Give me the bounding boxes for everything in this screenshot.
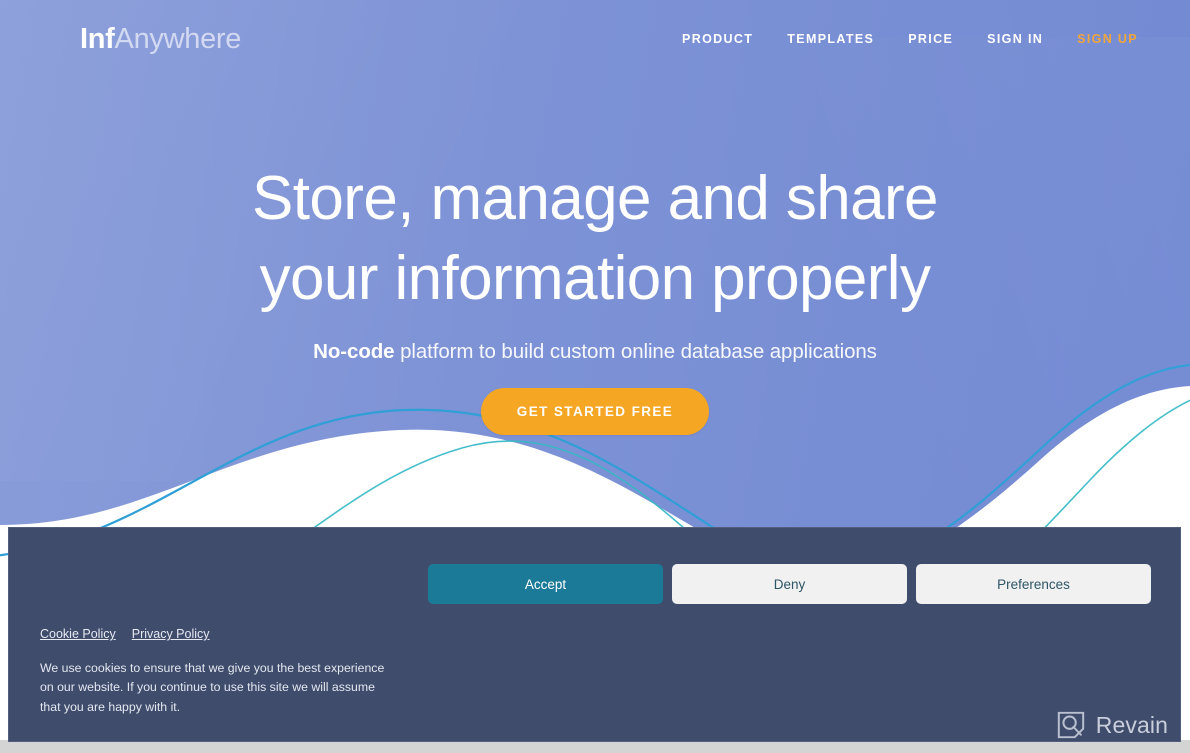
nav-item-sign-up[interactable]: SIGN UP	[1077, 32, 1138, 46]
privacy-policy-link[interactable]: Privacy Policy	[132, 627, 210, 641]
nav-item-sign-in[interactable]: SIGN IN	[987, 32, 1043, 46]
hero-subtitle-rest: platform to build custom online database…	[394, 340, 877, 363]
cookie-policy-link[interactable]: Cookie Policy	[40, 627, 116, 641]
revain-logo-icon	[1057, 711, 1084, 739]
page-title-line-2: your information properly	[259, 244, 931, 313]
cookie-preferences-button[interactable]: Preferences	[916, 564, 1151, 604]
revain-watermark: Revain	[1056, 710, 1168, 740]
logo-text-primary: Inf	[80, 22, 115, 55]
cookie-deny-button[interactable]: Deny	[672, 564, 907, 604]
site-header: InfAnywhere PRODUCT TEMPLATES PRICE SIGN…	[0, 0, 1190, 78]
nav-item-price[interactable]: PRICE	[908, 32, 953, 46]
cookie-accept-button[interactable]: Accept	[428, 564, 663, 604]
page-title-line-1: Store, manage and share	[252, 164, 938, 233]
logo-text-secondary: Anywhere	[114, 22, 242, 55]
main-navigation: PRODUCT TEMPLATES PRICE SIGN IN SIGN UP	[682, 32, 1138, 46]
hero-subtitle-highlight: No-code	[313, 340, 395, 363]
cookie-policy-links: Cookie Policy Privacy Policy	[40, 627, 460, 641]
site-logo[interactable]: InfAnywhere	[80, 22, 242, 55]
cookie-description-text: We use cookies to ensure that we give yo…	[40, 661, 385, 714]
cookie-banner-actions: Accept Deny Preferences	[428, 564, 1151, 604]
cookie-banner-text: Cookie Policy Privacy Policy We use cook…	[40, 627, 460, 717]
nav-item-product[interactable]: PRODUCT	[682, 32, 753, 46]
hero-content: Store, manage and share your information…	[0, 168, 1190, 435]
get-started-free-button[interactable]: GET STARTED FREE	[480, 388, 710, 435]
revain-watermark-label: Revain	[1095, 711, 1168, 738]
hero-subtitle: No-code platform to build custom online …	[0, 340, 1190, 364]
cta-container: GET STARTED FREE	[0, 388, 1190, 435]
cookie-consent-banner: Accept Deny Preferences Cookie Policy Pr…	[8, 527, 1181, 742]
nav-item-templates[interactable]: TEMPLATES	[787, 32, 874, 46]
page-title: Store, manage and share your information…	[0, 168, 1190, 310]
